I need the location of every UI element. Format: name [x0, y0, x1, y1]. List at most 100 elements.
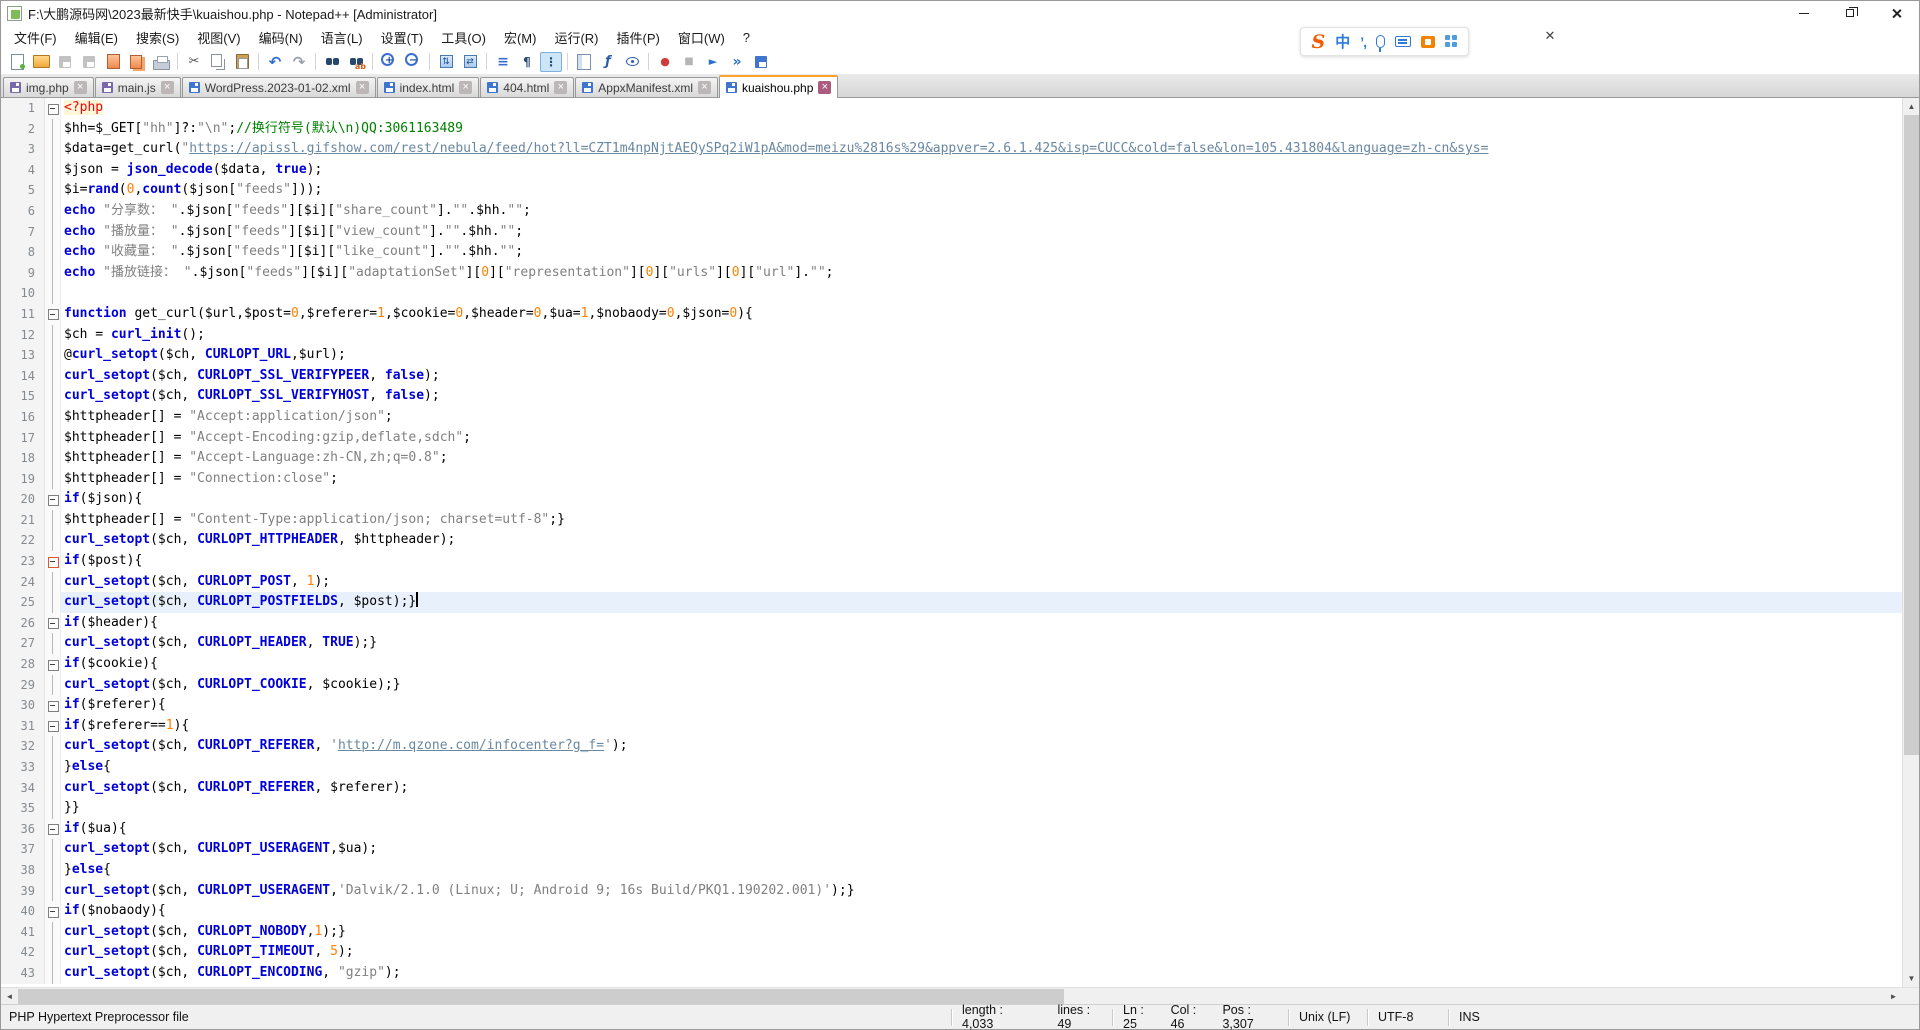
- code-line-16[interactable]: 16$httpheader[] = "Accept:application/js…: [1, 407, 1902, 428]
- menu-item-1[interactable]: 文件(F): [5, 25, 66, 50]
- close-button[interactable]: [1873, 1, 1919, 25]
- menu-item-13[interactable]: ?: [734, 27, 759, 48]
- tab-index.html[interactable]: index.html×: [377, 77, 480, 97]
- scroll-down-icon[interactable]: ▼: [1903, 970, 1919, 987]
- code-line-18[interactable]: 18$httpheader[] = "Accept-Language:zh-CN…: [1, 448, 1902, 469]
- scroll-up-icon[interactable]: ▲: [1903, 98, 1919, 115]
- menu-item-8[interactable]: 工具(O): [432, 25, 495, 50]
- save-all-icon[interactable]: [78, 52, 100, 72]
- tab-close-icon[interactable]: ×: [74, 81, 87, 94]
- restore-button[interactable]: [1827, 1, 1873, 25]
- code-line-29[interactable]: 29curl_setopt($ch, CURLOPT_COOKIE, $cook…: [1, 675, 1902, 696]
- code-line-5[interactable]: 5$i=rand(0,count($json["feeds"]));: [1, 180, 1902, 201]
- play-macro-icon[interactable]: [702, 52, 724, 72]
- word-wrap-icon[interactable]: [492, 52, 514, 72]
- copy-icon[interactable]: [207, 52, 229, 72]
- code-line-3[interactable]: 3$data=get_curl("https://apissl.gifshow.…: [1, 139, 1902, 160]
- tab-kuaishou.php[interactable]: kuaishou.php×: [719, 75, 838, 98]
- code-line-11[interactable]: 11function get_curl($url,$post=0,$refere…: [1, 304, 1902, 325]
- code-line-41[interactable]: 41curl_setopt($ch, CURLOPT_NOBODY,1);}: [1, 922, 1902, 943]
- tab-AppxManifest.xml[interactable]: AppxManifest.xml×: [575, 77, 718, 97]
- menu-item-11[interactable]: 插件(P): [608, 25, 669, 50]
- tab-close-icon[interactable]: ×: [554, 81, 567, 94]
- fold-marker-icon[interactable]: [45, 695, 61, 716]
- code-line-32[interactable]: 32curl_setopt($ch, CURLOPT_REFERER, 'htt…: [1, 736, 1902, 757]
- code-line-6[interactable]: 6echo "分享数： ".$json["feeds"][$i]["share_…: [1, 201, 1902, 222]
- save-icon[interactable]: [54, 52, 76, 72]
- record-macro-icon[interactable]: [654, 52, 676, 72]
- monitor-icon[interactable]: [621, 52, 643, 72]
- find-icon[interactable]: [321, 52, 343, 72]
- code-line-35[interactable]: 35}}: [1, 798, 1902, 819]
- status-insert-mode[interactable]: INS: [1449, 1010, 1919, 1024]
- code-line-12[interactable]: 12$ch = curl_init();: [1, 325, 1902, 346]
- undo-icon[interactable]: [264, 52, 286, 72]
- horizontal-scroll-thumb[interactable]: [18, 989, 1064, 1004]
- tab-404.html[interactable]: 404.html×: [480, 77, 574, 97]
- scroll-left-icon[interactable]: ◄: [1, 988, 18, 1005]
- new-file-icon[interactable]: [6, 52, 28, 72]
- code-line-14[interactable]: 14curl_setopt($ch, CURLOPT_SSL_VERIFYPEE…: [1, 366, 1902, 387]
- stop-macro-icon[interactable]: [678, 52, 700, 72]
- fold-marker-icon[interactable]: [45, 551, 61, 572]
- menubar-close-icon[interactable]: ✕: [1541, 27, 1559, 45]
- code-line-1[interactable]: 1<?php: [1, 98, 1902, 119]
- fold-marker-icon[interactable]: [45, 716, 61, 737]
- cut-icon[interactable]: [183, 52, 205, 72]
- run-macro-multiple-icon[interactable]: [726, 52, 748, 72]
- menu-item-7[interactable]: 设置(T): [372, 25, 433, 50]
- code-line-38[interactable]: 38}else{: [1, 860, 1902, 881]
- code-line-39[interactable]: 39curl_setopt($ch, CURLOPT_USERAGENT,'Da…: [1, 881, 1902, 902]
- status-eol-format[interactable]: Unix (LF): [1289, 1010, 1367, 1024]
- indent-guide-icon[interactable]: [540, 52, 562, 72]
- code-line-43[interactable]: 43curl_setopt($ch, CURLOPT_ENCODING, "gz…: [1, 963, 1902, 984]
- code-line-22[interactable]: 22curl_setopt($ch, CURLOPT_HTTPHEADER, $…: [1, 530, 1902, 551]
- function-list-icon[interactable]: [597, 52, 619, 72]
- close-all-icon[interactable]: [126, 52, 148, 72]
- code-line-36[interactable]: 36if($ua){: [1, 819, 1902, 840]
- tab-WordPress.2023-01-02.xml[interactable]: WordPress.2023-01-02.xml×: [182, 77, 376, 97]
- vertical-scroll-thumb[interactable]: [1904, 115, 1919, 755]
- sync-v-icon[interactable]: [435, 52, 457, 72]
- code-line-33[interactable]: 33}else{: [1, 757, 1902, 778]
- sync-h-icon[interactable]: [459, 52, 481, 72]
- code-line-31[interactable]: 31if($referer==1){: [1, 716, 1902, 737]
- menu-item-5[interactable]: 编码(N): [250, 25, 312, 50]
- ime-punctuation-icon[interactable]: ’,: [1360, 34, 1366, 50]
- code-line-23[interactable]: 23if($post){: [1, 551, 1902, 572]
- save-macro-icon[interactable]: [750, 52, 772, 72]
- tab-main.js[interactable]: main.js×: [95, 77, 181, 97]
- ime-toolbox-icon[interactable]: [1445, 35, 1458, 48]
- menu-item-4[interactable]: 视图(V): [188, 25, 249, 50]
- ime-microphone-icon[interactable]: [1376, 35, 1385, 48]
- minimize-button[interactable]: [1781, 1, 1827, 25]
- code-line-28[interactable]: 28if($cookie){: [1, 654, 1902, 675]
- code-line-21[interactable]: 21$httpheader[] = "Content-Type:applicat…: [1, 510, 1902, 531]
- horizontal-scrollbar[interactable]: ◄ ►: [1, 988, 1902, 1004]
- code-line-34[interactable]: 34curl_setopt($ch, CURLOPT_REFERER, $ref…: [1, 778, 1902, 799]
- tab-close-icon[interactable]: ×: [459, 81, 472, 94]
- fold-marker-icon[interactable]: [45, 304, 61, 325]
- menu-item-6[interactable]: 语言(L): [312, 25, 372, 50]
- fold-marker-icon[interactable]: [45, 98, 61, 119]
- code-line-8[interactable]: 8echo "收藏量： ".$json["feeds"][$i]["like_c…: [1, 242, 1902, 263]
- fold-marker-icon[interactable]: [45, 489, 61, 510]
- code-line-37[interactable]: 37curl_setopt($ch, CURLOPT_USERAGENT,$ua…: [1, 839, 1902, 860]
- zoom-in-icon[interactable]: [378, 52, 400, 72]
- code-line-15[interactable]: 15curl_setopt($ch, CURLOPT_SSL_VERIFYHOS…: [1, 386, 1902, 407]
- code-line-20[interactable]: 20if($json){: [1, 489, 1902, 510]
- paste-icon[interactable]: [231, 52, 253, 72]
- fold-marker-icon[interactable]: [45, 819, 61, 840]
- status-encoding[interactable]: UTF-8: [1368, 1010, 1448, 1024]
- code-line-19[interactable]: 19$httpheader[] = "Connection:close";: [1, 469, 1902, 490]
- show-all-chars-icon[interactable]: [516, 52, 538, 72]
- print-icon[interactable]: [150, 52, 172, 72]
- code-line-4[interactable]: 4$json = json_decode($data, true);: [1, 160, 1902, 181]
- sogou-logo-icon[interactable]: S: [1311, 31, 1325, 53]
- close-doc-icon[interactable]: [102, 52, 124, 72]
- code-line-9[interactable]: 9echo "播放链接： ".$json["feeds"][$i]["adapt…: [1, 263, 1902, 284]
- menu-item-10[interactable]: 运行(R): [545, 25, 607, 50]
- replace-icon[interactable]: [345, 52, 367, 72]
- menu-item-9[interactable]: 宏(M): [495, 25, 546, 50]
- code-line-17[interactable]: 17$httpheader[] = "Accept-Encoding:gzip,…: [1, 428, 1902, 449]
